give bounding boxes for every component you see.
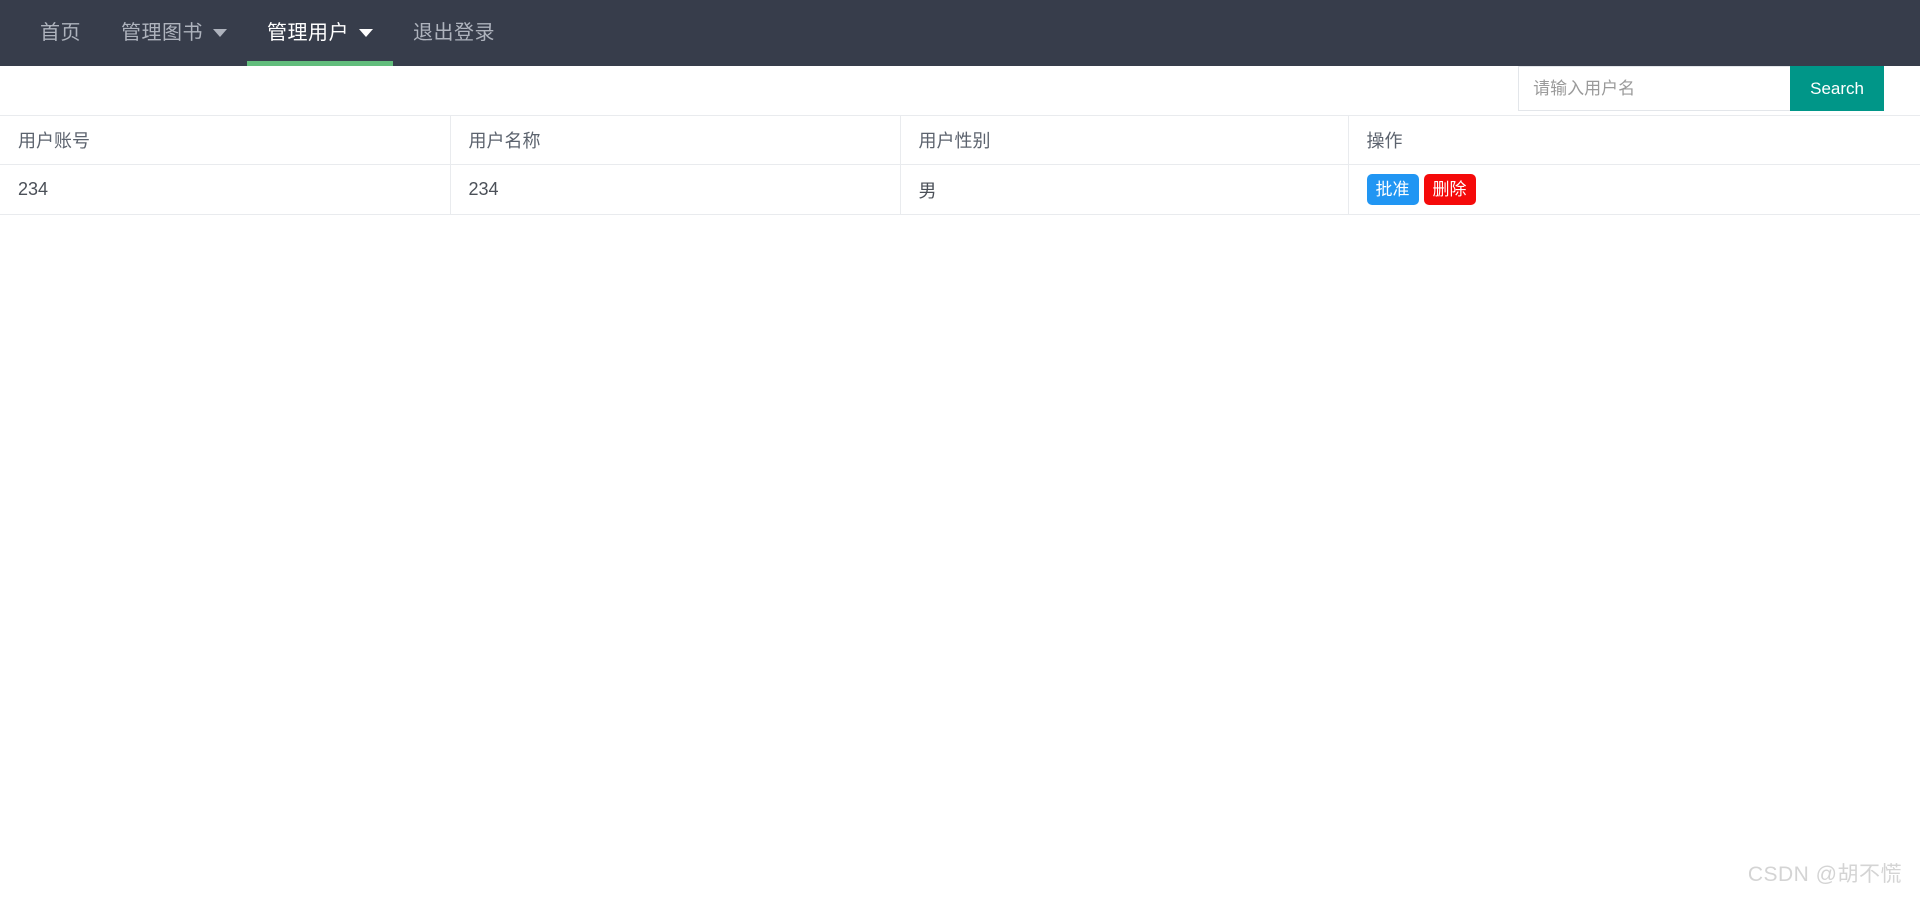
nav-item-manage-books-label: 管理图书 [121, 22, 203, 44]
watermark: CSDN @胡不慌 [1747, 863, 1902, 886]
table-header-row: 用户账号 用户名称 用户性别 操作 [0, 115, 1920, 165]
chevron-down-icon [213, 29, 227, 37]
chevron-down-icon [359, 29, 373, 37]
column-header-name: 用户名称 [450, 115, 901, 165]
delete-button[interactable]: 删除 [1423, 174, 1476, 205]
user-table-head: 用户账号 用户名称 用户性别 操作 [0, 115, 1920, 165]
nav-item-manage-users[interactable]: 管理用户 [247, 0, 393, 66]
cell-account: 234 [0, 164, 451, 215]
nav-item-logout[interactable]: 退出登录 [393, 0, 515, 66]
column-header-actions: 操作 [1348, 115, 1920, 165]
nav-item-manage-books[interactable]: 管理图书 [101, 0, 247, 66]
nav-item-home[interactable]: 首页 [20, 0, 101, 66]
search-input[interactable] [1518, 66, 1791, 111]
user-table: 用户账号 用户名称 用户性别 操作 234 234 男 批准 删除 [0, 115, 1920, 215]
search-group: Search [1518, 66, 1884, 111]
column-header-gender: 用户性别 [900, 115, 1349, 165]
cell-gender: 男 [900, 164, 1349, 215]
main-navbar: 首页 管理图书 管理用户 退出登录 [0, 0, 1920, 66]
user-table-body: 234 234 男 批准 删除 [0, 164, 1920, 215]
approve-button[interactable]: 批准 [1366, 174, 1419, 205]
search-button[interactable]: Search [1790, 66, 1884, 111]
cell-actions: 批准 删除 [1348, 164, 1920, 215]
nav-item-manage-users-label: 管理用户 [267, 22, 349, 44]
cell-name: 234 [450, 164, 901, 215]
table-row: 234 234 男 批准 删除 [0, 164, 1920, 215]
user-table-container: 用户账号 用户名称 用户性别 操作 234 234 男 批准 删除 [0, 115, 1920, 215]
search-toolbar: Search [0, 66, 1920, 115]
nav-item-home-label: 首页 [40, 22, 81, 44]
column-header-account: 用户账号 [0, 115, 451, 165]
nav-item-logout-label: 退出登录 [413, 22, 495, 44]
